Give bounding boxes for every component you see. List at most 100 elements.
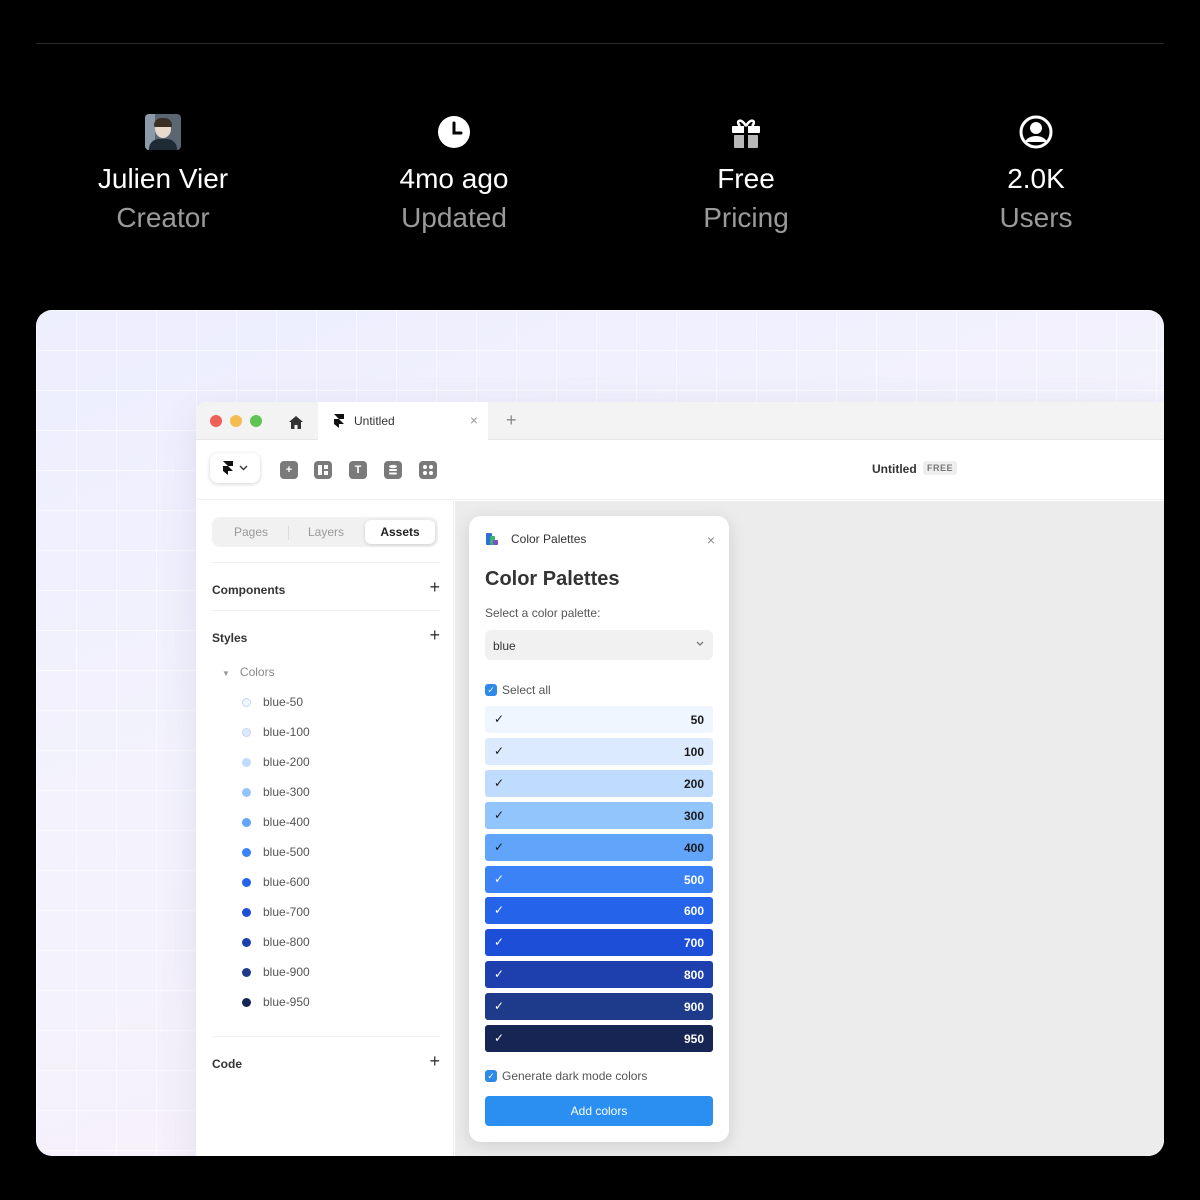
check-icon: ✓ [494, 712, 505, 726]
color-style-item[interactable]: blue-50 [242, 693, 303, 711]
panel-title: Color Palettes [485, 568, 620, 590]
check-icon: ✓ [494, 839, 505, 854]
select-all-label: Select all [502, 683, 551, 697]
dark-mode-checkbox[interactable]: ✓ Generate dark mode colors [485, 1069, 647, 1083]
color-style-item[interactable]: blue-300 [242, 783, 310, 801]
tab-layers[interactable]: Layers [290, 520, 362, 544]
shade-row[interactable]: ✓ 700 [485, 929, 713, 957]
insert-icon[interactable]: + [280, 461, 298, 479]
stat-pricing: Free Pricing [616, 112, 876, 240]
add-colors-button[interactable]: Add colors [485, 1096, 713, 1126]
shade-row[interactable]: ✓ 200 [485, 769, 713, 797]
colors-group[interactable]: ▼ Colors [222, 665, 275, 679]
tab-untitled[interactable]: Untitled × [318, 402, 488, 440]
color-swatch [242, 967, 251, 977]
document-title[interactable]: Untitled [872, 462, 917, 476]
app-showcase: Untitled × + + T Untitled FREE Pages Lay… [36, 310, 1164, 1156]
stat-updated: 4mo ago Updated [324, 112, 584, 240]
pricing-value: Free [717, 163, 775, 194]
sidebar-tabs: Pages Layers Assets [212, 517, 438, 547]
check-icon: ✓ [494, 999, 505, 1014]
top-divider [36, 43, 1164, 44]
color-style-label: blue-100 [263, 725, 310, 739]
framer-logo-icon [334, 414, 344, 428]
framer-menu-button[interactable] [210, 453, 260, 483]
shade-row[interactable]: ✓ 900 [485, 993, 713, 1021]
color-swatch [242, 847, 251, 857]
color-style-item[interactable]: blue-500 [242, 843, 310, 861]
shade-row[interactable]: ✓ 500 [485, 865, 713, 893]
new-tab-button[interactable]: + [506, 410, 517, 431]
section-title: Components [212, 583, 286, 597]
tab-pages[interactable]: Pages [216, 520, 286, 544]
color-style-item[interactable]: blue-900 [242, 963, 310, 981]
cms-icon[interactable] [384, 461, 402, 479]
minimize-window-button[interactable] [230, 415, 242, 427]
color-style-item[interactable]: blue-950 [242, 993, 310, 1011]
add-component-button[interactable]: + [429, 577, 440, 598]
stat-users: 2.0K Users [906, 112, 1166, 240]
stats-row: Julien Vier Creator 4mo ago Updated Free… [0, 112, 1200, 252]
color-style-item[interactable]: blue-700 [242, 903, 310, 921]
shade-value: 700 [683, 936, 704, 951]
check-icon: ✓ [494, 1031, 505, 1045]
pricing-label: Pricing [703, 202, 789, 233]
shade-row[interactable]: ✓ 400 [485, 833, 713, 861]
color-style-label: blue-200 [263, 755, 310, 769]
shade-row[interactable]: ✓ 800 [485, 961, 713, 989]
close-tab-icon[interactable]: × [470, 412, 478, 428]
text-icon[interactable]: T [349, 461, 367, 479]
shade-value: 200 [683, 776, 704, 791]
color-swatch [242, 727, 251, 737]
shade-row[interactable]: ✓ 100 [485, 737, 713, 765]
maximize-window-button[interactable] [250, 415, 262, 427]
clock-icon [438, 116, 470, 148]
color-palettes-panel: Color Palettes × Color Palettes Select a… [469, 516, 729, 1142]
color-swatch [242, 877, 251, 887]
creator-name[interactable]: Julien Vier [33, 162, 293, 196]
palette-select[interactable]: blue [485, 630, 713, 660]
avatar [145, 114, 181, 150]
chevron-down-icon [696, 641, 704, 646]
check-icon: ✓ [494, 775, 505, 790]
panel-header: Color Palettes [485, 532, 586, 546]
color-style-item[interactable]: blue-800 [242, 933, 310, 951]
add-code-button[interactable]: + [429, 1051, 440, 1072]
color-swatch [242, 817, 251, 827]
assets-icon[interactable] [419, 461, 437, 479]
color-swatch [242, 787, 251, 797]
color-style-label: blue-600 [263, 875, 310, 889]
panel-header-title: Color Palettes [511, 532, 587, 546]
layout-icon[interactable] [314, 461, 332, 479]
shade-value: 50 [690, 713, 704, 727]
color-style-label: blue-400 [263, 815, 310, 829]
shade-row[interactable]: ✓ 950 [485, 1025, 713, 1052]
divider [212, 610, 440, 611]
close-panel-icon[interactable]: × [707, 532, 715, 548]
title-bar: Untitled × + [196, 402, 1164, 440]
color-style-item[interactable]: blue-200 [242, 753, 310, 771]
section-code: Code + [212, 1051, 440, 1075]
shade-value: 100 [683, 744, 704, 759]
close-window-button[interactable] [210, 415, 222, 427]
home-icon[interactable] [284, 412, 308, 432]
color-style-item[interactable]: blue-400 [242, 813, 310, 831]
color-style-label: blue-500 [263, 845, 310, 859]
color-style-label: blue-800 [263, 935, 310, 949]
shade-row[interactable]: ✓ 300 [485, 801, 713, 829]
shade-row[interactable]: ✓ 50 [485, 706, 713, 733]
color-style-item[interactable]: blue-100 [242, 723, 310, 741]
shade-value: 600 [683, 904, 704, 919]
updated-label: Updated [401, 202, 507, 233]
tab-assets[interactable]: Assets [365, 520, 435, 544]
shade-row[interactable]: ✓ 600 [485, 897, 713, 925]
select-all-checkbox[interactable]: ✓ Select all [485, 683, 551, 697]
color-style-label: blue-900 [263, 965, 310, 979]
tab-label: Untitled [354, 414, 395, 428]
app-window: Untitled × + + T Untitled FREE Pages Lay… [196, 402, 1164, 1156]
add-style-button[interactable]: + [429, 625, 440, 646]
shade-value: 800 [683, 968, 704, 983]
toolbar: + T Untitled FREE [196, 440, 1164, 500]
palette-plugin-icon [486, 533, 498, 545]
color-style-item[interactable]: blue-600 [242, 873, 310, 891]
